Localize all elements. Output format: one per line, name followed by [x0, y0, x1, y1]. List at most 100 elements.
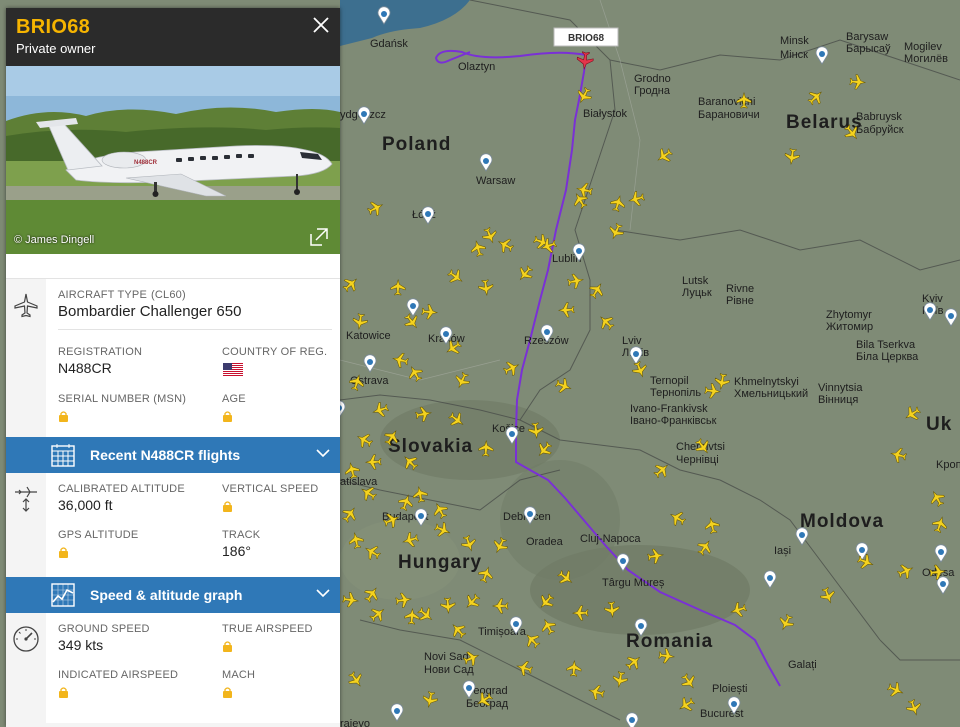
- city-label: Могилёв: [904, 53, 948, 65]
- city-label: Babruysk: [856, 111, 902, 123]
- lock-icon: [223, 641, 232, 652]
- lock-icon: [59, 547, 68, 558]
- city-label: Хмельницький: [734, 388, 808, 400]
- city-label: Вінниця: [818, 394, 858, 406]
- city-label: Гродна: [634, 85, 671, 97]
- city-label: Târgu Mureș: [602, 577, 665, 589]
- owner-label: Private owner: [16, 41, 96, 56]
- aircraft-type-value: Bombardier Challenger 650: [58, 303, 242, 320]
- city-label: atislava: [340, 476, 378, 488]
- city-label: Minsk: [780, 35, 809, 47]
- city-label: Katowice: [346, 330, 391, 342]
- city-label: Warsaw: [476, 175, 515, 187]
- calendar-icon: [51, 444, 75, 467]
- city-label: Cluj-Napoca: [580, 533, 641, 545]
- city-label: Нови Сад: [424, 664, 474, 676]
- close-icon[interactable]: [312, 16, 330, 34]
- city-label: rajevo: [340, 718, 370, 727]
- country-label: Moldova: [800, 511, 884, 532]
- country-label: Romania: [626, 631, 713, 652]
- speed-icon-column: [6, 613, 46, 723]
- city-label: Рівне: [726, 295, 754, 307]
- chevron-down-icon: [316, 449, 330, 458]
- city-label: Galați: [788, 659, 817, 671]
- callsign-title: BRIO68: [16, 16, 91, 38]
- speed-graph-label: Speed & altitude graph: [90, 587, 243, 603]
- lock-icon: [59, 411, 68, 422]
- svg-text:N488CR: N488CR: [134, 160, 158, 166]
- indicated-airspeed-label: INDICATED AIRSPEED: [58, 669, 179, 681]
- us-flag-icon: [223, 363, 243, 376]
- city-label: Тернопіль: [650, 387, 701, 399]
- city-label: Чернівці: [676, 454, 719, 466]
- expand-icon[interactable]: [308, 226, 330, 248]
- gps-altitude-label: GPS ALTITUDE: [58, 529, 139, 541]
- city-label: Barysaw: [846, 31, 888, 43]
- city-label: Ternopil: [650, 375, 689, 387]
- city-label: Луцьк: [682, 287, 712, 299]
- flight-tag[interactable]: BRIO68: [553, 27, 619, 47]
- city-label: Iași: [774, 545, 791, 557]
- altitude-section: CALIBRATED ALTITUDE 36,000 ft VERTICAL S…: [6, 473, 340, 577]
- country-label: Hungary: [398, 552, 482, 573]
- flight-info-panel: BRIO68 Private owner N488CR © James Ding…: [6, 8, 340, 727]
- city-label: Khmelnytskyi: [734, 376, 799, 388]
- aircraft-type-label: AIRCRAFT TYPE: [58, 289, 147, 301]
- city-label: Ploiești: [712, 683, 747, 695]
- speedometer-icon: [13, 626, 39, 652]
- city-label: Бабруйск: [856, 124, 904, 136]
- aircraft-type-code: (CL60): [151, 289, 186, 301]
- city-label: Біла Церква: [856, 351, 919, 363]
- vertical-speed-label: VERTICAL SPEED: [222, 483, 319, 495]
- city-label: Grodno: [634, 73, 671, 85]
- msn-label: SERIAL NUMBER (MSN): [58, 393, 187, 405]
- city-label: Мінск: [780, 49, 808, 61]
- city-label: Zhytomyr: [826, 309, 872, 321]
- registration-label: REGISTRATION: [58, 346, 143, 358]
- graph-icon: [51, 583, 75, 607]
- altitude-icon-column: [6, 473, 46, 577]
- city-label: Gdańsk: [370, 38, 408, 50]
- climb-plane-icon: [15, 486, 37, 512]
- country-label: Poland: [382, 134, 451, 155]
- chevron-down-icon: [316, 589, 330, 598]
- recent-flights-toggle[interactable]: Recent N488CR flights: [6, 437, 340, 473]
- calibrated-altitude-value: 36,000 ft: [58, 497, 113, 513]
- ground-speed-label: GROUND SPEED: [58, 623, 150, 635]
- mach-label: MACH: [222, 669, 256, 681]
- city-label: Барысаў: [846, 43, 891, 55]
- lock-icon: [223, 411, 232, 422]
- true-airspeed-label: TRUE AIRSPEED: [222, 623, 313, 635]
- track-label: TRACK: [222, 529, 261, 541]
- speed-graph-toggle[interactable]: Speed & altitude graph: [6, 577, 340, 613]
- lock-icon: [223, 687, 232, 698]
- city-label: Івано-Франківськ: [630, 415, 717, 427]
- photo-credit: © James Dingell: [14, 234, 95, 246]
- aircraft-icon-column: [6, 279, 46, 437]
- city-label: Барановичи: [698, 109, 760, 121]
- city-label: Rivne: [726, 283, 754, 295]
- panel-header: BRIO68 Private owner: [6, 8, 340, 66]
- aircraft-photo[interactable]: N488CR © James Dingell: [6, 66, 340, 254]
- airplane-icon: [14, 293, 38, 318]
- track-value: 186°: [222, 543, 251, 559]
- city-label: Lutsk: [682, 275, 709, 287]
- calibrated-altitude-label: CALIBRATED ALTITUDE: [58, 483, 185, 495]
- lock-icon: [59, 687, 68, 698]
- aircraft-photo-image: N488CR: [6, 66, 340, 254]
- registration-value: N488CR: [58, 360, 112, 376]
- age-label: AGE: [222, 393, 246, 405]
- city-label: Oradea: [526, 536, 564, 548]
- svg-text:BRIO68: BRIO68: [568, 33, 605, 44]
- city-label: Baranovichi: [698, 96, 755, 108]
- country-label: Slovakia: [388, 436, 473, 457]
- city-label: Kропи: [936, 459, 960, 471]
- city-label: Novi Sad: [424, 651, 469, 663]
- speed-section: GROUND SPEED 349 kts TRUE AIRSPEED INDIC…: [6, 613, 340, 723]
- spacer: [6, 254, 340, 279]
- lock-icon: [223, 501, 232, 512]
- city-label: Mogilev: [904, 41, 942, 53]
- recent-flights-label: Recent N488CR flights: [90, 447, 241, 463]
- city-label: Bila Tserkva: [856, 339, 916, 351]
- ground-speed-value: 349 kts: [58, 637, 104, 653]
